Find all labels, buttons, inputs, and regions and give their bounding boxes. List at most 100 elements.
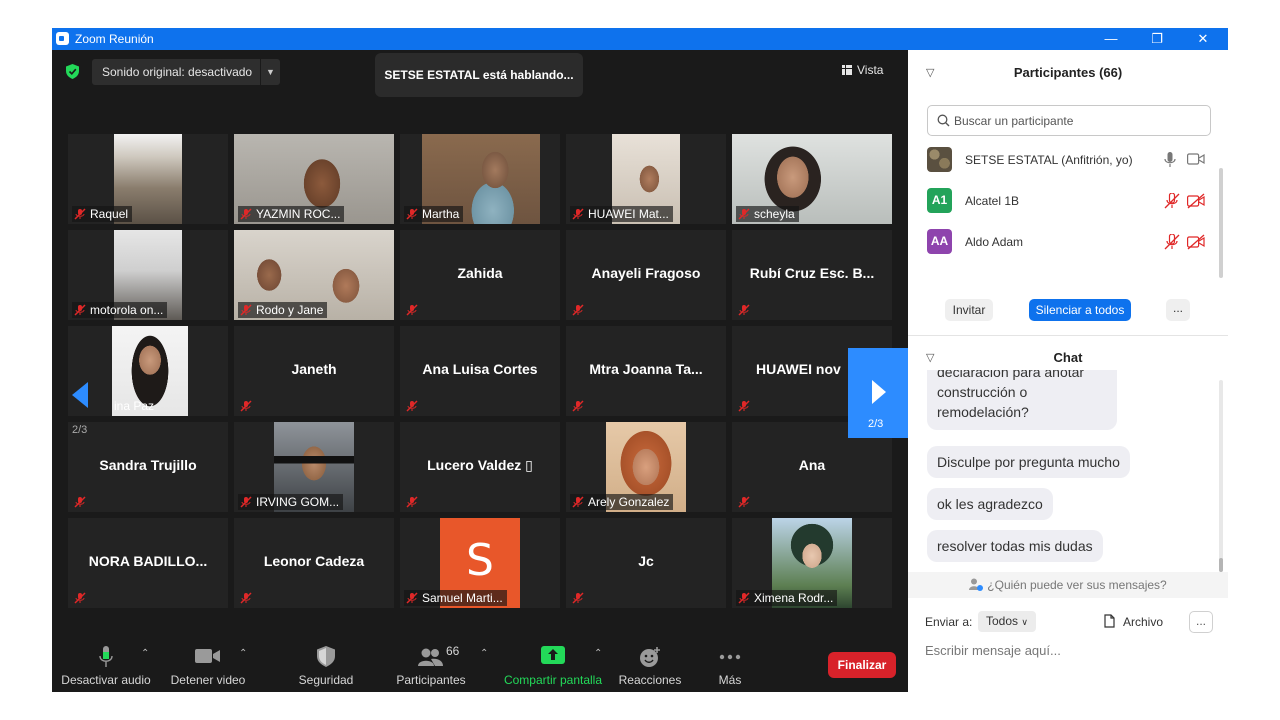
file-button[interactable]: Archivo — [1104, 614, 1163, 629]
participant-tile[interactable]: Jc — [566, 518, 726, 608]
participant-list-item[interactable]: AA Aldo Adam — [908, 222, 1216, 263]
more-label: Más — [718, 673, 742, 687]
collapse-chevron-icon[interactable]: ▽ — [926, 345, 934, 371]
chat-message-input[interactable] — [925, 640, 1215, 660]
participant-status — [404, 494, 426, 510]
participant-tile[interactable]: Rodo y Jane — [234, 230, 394, 320]
participant-name: Leonor Cadeza — [263, 553, 365, 569]
zoom-app-icon — [56, 32, 69, 45]
participants-icon — [418, 648, 443, 666]
share-screen-button[interactable]: Compartir pantalla — [498, 638, 608, 692]
participant-list-item[interactable]: A1 Alcatel 1B — [908, 181, 1216, 222]
participant-name-label: Arely Gonzalez — [570, 494, 674, 510]
video-camera-icon[interactable] — [1187, 152, 1205, 166]
send-to-dropdown[interactable]: Todos ∨ — [978, 611, 1036, 632]
participant-tile[interactable]: Janeth — [234, 326, 394, 416]
who-can-see-link[interactable]: ¿Quién puede ver sus mensajes? — [908, 572, 1228, 598]
reactions-button[interactable]: Reacciones — [614, 638, 686, 692]
send-to-label: Enviar a: — [925, 615, 973, 629]
participant-tile[interactable]: Martha — [400, 134, 560, 224]
participant-search[interactable] — [927, 105, 1211, 136]
chat-message: resolver todas mis dudas — [927, 530, 1103, 562]
window-title: Zoom Reunión — [75, 32, 154, 46]
next-page-button[interactable]: 2/3 — [848, 348, 908, 438]
participants-title: Participantes (66) — [1013, 65, 1123, 80]
participant-status — [570, 302, 592, 318]
participant-list-item[interactable]: SETSE ESTATAL (Anfitrión, yo) — [908, 140, 1216, 181]
participant-status — [736, 398, 758, 414]
video-off-icon[interactable] — [1187, 234, 1205, 250]
participant-search-input[interactable] — [954, 112, 1204, 130]
participant-tile[interactable]: Zahida — [400, 230, 560, 320]
participant-tile[interactable]: IRVING GOM... — [234, 422, 394, 512]
stop-video-button[interactable]: Detener video — [162, 638, 254, 692]
mute-all-button[interactable]: Silenciar a todos — [1029, 299, 1131, 321]
mute-audio-button[interactable]: Desactivar audio — [60, 638, 152, 692]
participants-options-chevron-icon[interactable]: ⌃ — [480, 648, 488, 659]
invite-button[interactable]: Invitar — [945, 299, 993, 321]
mic-off-icon — [74, 592, 86, 604]
view-button[interactable]: Vista — [842, 59, 902, 81]
end-meeting-button[interactable]: Finalizar — [828, 652, 896, 678]
share-options-chevron-icon[interactable]: ⌃ — [594, 648, 602, 659]
participants-scrollbar[interactable] — [1219, 168, 1223, 278]
active-speaker-banner: SETSE ESTATAL está hablando... — [375, 53, 583, 97]
participant-tile[interactable]: Ximena Rodr... — [732, 518, 892, 608]
more-button[interactable]: Más — [700, 638, 760, 692]
mic-off-icon — [572, 400, 584, 412]
mic-off-icon — [738, 400, 750, 412]
mic-off-icon — [240, 592, 252, 604]
collapse-chevron-icon[interactable]: ▽ — [926, 60, 934, 86]
participant-tile[interactable]: NORA BADILLO... — [68, 518, 228, 608]
mic-off-icon — [572, 208, 584, 220]
participant-tile[interactable]: HUAWEI Mat... — [566, 134, 726, 224]
next-page-arrow-icon — [872, 380, 886, 404]
chat-scrollbar-thumb[interactable] — [1219, 558, 1223, 572]
chevron-down-icon[interactable]: ▼ — [260, 59, 280, 85]
microphone-icon[interactable] — [1164, 152, 1176, 168]
chat-scrollbar[interactable] — [1219, 380, 1223, 570]
participant-tile[interactable]: Arely Gonzalez — [566, 422, 726, 512]
video-options-chevron-icon[interactable]: ⌃ — [239, 648, 247, 659]
send-to-value: Todos — [986, 614, 1019, 628]
mic-off-icon — [240, 304, 252, 316]
mic-off-icon — [572, 592, 584, 604]
security-shield-icon — [317, 646, 335, 667]
participant-tile[interactable]: YAZMIN ROC... — [234, 134, 394, 224]
participant-status — [736, 302, 758, 318]
participant-tile[interactable]: S Samuel Marti... — [400, 518, 560, 608]
participant-name-label: HUAWEI Mat... — [570, 206, 673, 222]
chat-message: declaración para anotar construcción o r… — [927, 370, 1117, 430]
mic-off-icon — [74, 208, 86, 220]
participant-tile[interactable]: Ana Luisa Cortes — [400, 326, 560, 416]
previous-page-arrow-icon[interactable] — [70, 380, 94, 410]
participant-tile[interactable]: Lucero Valdez ▯ — [400, 422, 560, 512]
encryption-shield-icon[interactable] — [66, 64, 79, 79]
participant-tile[interactable]: Rubí Cruz Esc. B... — [732, 230, 892, 320]
participant-name: Janeth — [291, 361, 337, 377]
participant-tile[interactable]: Anayeli Fragoso — [566, 230, 726, 320]
mic-off-icon[interactable] — [1164, 234, 1180, 250]
participant-tile[interactable]: Sandra Trujillo — [68, 422, 228, 512]
maximize-button[interactable]: ❐ — [1134, 28, 1180, 50]
participant-tile[interactable]: Leonor Cadeza — [234, 518, 394, 608]
mic-off-icon[interactable] — [1164, 193, 1180, 209]
participant-list-name: SETSE ESTATAL (Anfitrión, yo) — [965, 153, 1133, 167]
participant-tile[interactable]: motorola on... — [68, 230, 228, 320]
participants-more-button[interactable]: ... — [1166, 299, 1190, 321]
participant-tile[interactable]: Mtra Joanna Ta... — [566, 326, 726, 416]
security-button[interactable]: Seguridad — [284, 638, 368, 692]
audio-options-chevron-icon[interactable]: ⌃ — [141, 648, 149, 659]
original-sound-toggle[interactable]: Sonido original: desactivado ▼ — [92, 59, 280, 85]
participant-tile[interactable]: scheyla — [732, 134, 892, 224]
previous-page-indicator: 2/3 — [72, 424, 88, 436]
participants-button[interactable]: 66 Participantes — [390, 638, 472, 692]
chat-more-button[interactable]: ... — [1189, 611, 1213, 633]
participant-tile[interactable]: Raquel — [68, 134, 228, 224]
participant-name: Rubí Cruz Esc. B... — [749, 265, 875, 281]
close-button[interactable]: ✕ — [1180, 28, 1226, 50]
video-off-icon[interactable] — [1187, 193, 1205, 209]
minimize-button[interactable]: — — [1088, 28, 1134, 50]
participant-status — [72, 494, 94, 510]
participant-name: Mtra Joanna Ta... — [589, 361, 703, 377]
